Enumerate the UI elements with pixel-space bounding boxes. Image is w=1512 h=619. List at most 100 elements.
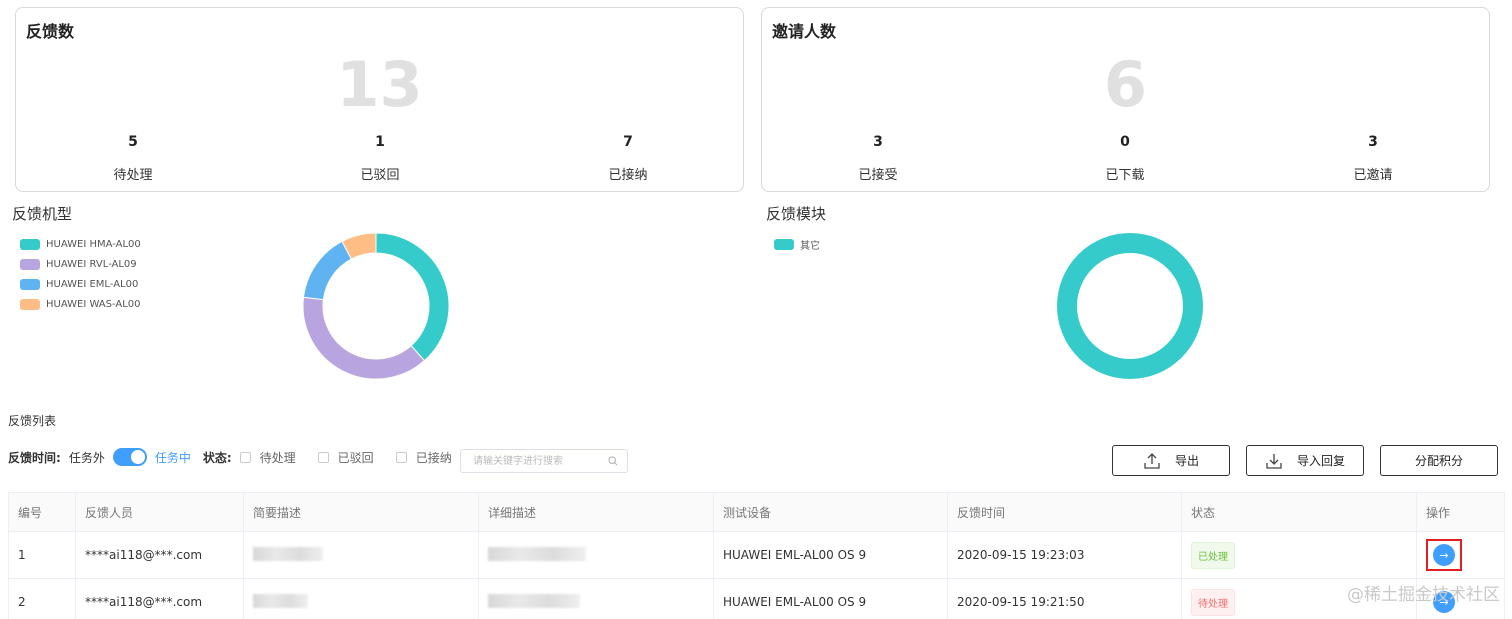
feedback-list-title: 反馈列表 <box>8 414 57 428</box>
legend-label: HUAWEI EML-AL00 <box>46 278 139 290</box>
stat-pending-value: 5 <box>128 134 138 150</box>
column-header: 编号 <box>8 492 76 532</box>
status-option-label: 已驳回 <box>337 450 374 465</box>
stat-accepted: 7 已接纳 <box>568 134 688 183</box>
import-reply-label: 导入回复 <box>1296 454 1345 468</box>
assign-points-label: 分配积分 <box>1414 454 1463 468</box>
row-device: HUAWEI EML-AL00 OS 9 <box>713 531 948 579</box>
checkbox-box[interactable] <box>317 451 329 463</box>
status-badge: 已处理 <box>1191 541 1235 569</box>
legend-label: 其它 <box>800 240 820 252</box>
checkbox-box[interactable] <box>239 451 251 463</box>
invite-count-card: 邀请人数 6 3 已接受 0 已下载 3 已邀请 <box>761 7 1490 192</box>
export-button[interactable]: 导出 <box>1112 445 1230 476</box>
status-checkbox-rejected[interactable]: 已驳回 <box>317 449 374 466</box>
stat-invited-value: 3 <box>1368 134 1378 150</box>
legend-item[interactable]: HUAWEI EML-AL00 <box>20 274 141 294</box>
column-header: 测试设备 <box>713 492 948 532</box>
stat-rejected: 1 已驳回 <box>320 134 440 183</box>
redacted-text <box>253 593 308 608</box>
row-detail <box>478 578 714 619</box>
highlight-box: → <box>1426 539 1462 571</box>
row-device: HUAWEI EML-AL00 OS 9 <box>713 578 948 619</box>
task-toggle[interactable] <box>112 448 147 466</box>
row-detail <box>478 531 714 579</box>
arrow-right-icon[interactable]: → <box>1433 544 1455 566</box>
module-donut-chart <box>1057 233 1203 379</box>
outside-task-label[interactable]: 任务外 <box>69 449 105 466</box>
stat-downloaded: 0 已下载 <box>1065 134 1185 183</box>
filter-bar: 反馈时间: 任务外 任务中 状态: 待处理 已驳回 已接纳 <box>8 448 474 466</box>
search-icon[interactable] <box>608 456 618 466</box>
status-option-label: 已接纳 <box>415 450 452 465</box>
stat-downloaded-value: 0 <box>1120 134 1130 150</box>
feedback-time-label: 反馈时间: <box>8 450 61 465</box>
stat-accepted-value: 7 <box>623 134 633 150</box>
donut-slice[interactable] <box>375 232 450 362</box>
invite-total: 6 <box>1103 48 1148 121</box>
legend-label: HUAWEI WAS-AL00 <box>46 298 141 310</box>
model-chart-title: 反馈机型 <box>12 205 73 223</box>
stat-invite-accepted: 3 已接受 <box>818 134 938 183</box>
status-option-label: 待处理 <box>259 450 296 465</box>
legend-item[interactable]: 其它 <box>774 234 820 254</box>
import-reply-button[interactable]: 导入回复 <box>1246 445 1364 476</box>
search-box <box>460 449 628 473</box>
legend-label: HUAWEI RVL-AL09 <box>46 258 137 270</box>
redacted-text <box>253 546 323 561</box>
module-chart-legend: 其它 <box>774 234 820 254</box>
row-brief <box>243 531 479 579</box>
status-checkbox-pending[interactable]: 待处理 <box>239 449 296 466</box>
row-brief <box>243 578 479 619</box>
column-header: 操作 <box>1416 492 1505 532</box>
stat-invite-accepted-value: 3 <box>873 134 883 150</box>
legend-swatch <box>20 278 40 290</box>
row-time: 2020-09-15 19:23:03 <box>947 531 1182 579</box>
legend-label: HUAWEI HMA-AL00 <box>46 238 141 250</box>
model-chart-legend: HUAWEI HMA-AL00 HUAWEI RVL-AL09 HUAWEI EML… <box>20 234 141 314</box>
row-time: 2020-09-15 19:21:50 <box>947 578 1182 619</box>
checkbox-box[interactable] <box>395 451 407 463</box>
stat-rejected-value: 1 <box>375 134 385 150</box>
stat-accepted-label: 已接纳 <box>608 168 648 183</box>
legend-swatch <box>20 258 40 270</box>
status-label: 状态: <box>202 450 232 465</box>
legend-swatch <box>20 238 40 250</box>
in-task-label[interactable]: 任务中 <box>155 449 191 466</box>
stat-invited: 3 已邀请 <box>1313 134 1433 183</box>
status-checkbox-accepted[interactable]: 已接纳 <box>395 449 452 466</box>
legend-item[interactable]: HUAWEI RVL-AL09 <box>20 254 141 274</box>
assign-points-button[interactable]: 分配积分 <box>1380 445 1498 476</box>
watermark: @稀土掘金技术社区 <box>1347 585 1500 605</box>
stat-pending: 5 待处理 <box>73 134 193 183</box>
row-id: 1 <box>8 531 76 579</box>
status-badge: 待处理 <box>1191 588 1235 616</box>
model-donut-chart <box>302 232 450 380</box>
legend-item[interactable]: HUAWEI HMA-AL00 <box>20 234 141 254</box>
table-row[interactable]: 2 ****ai118@***.com HUAWEI EML-AL00 OS 9… <box>8 578 1505 619</box>
donut-slice[interactable] <box>1057 233 1203 379</box>
feedback-count-title: 反馈数 <box>26 22 75 41</box>
legend-swatch <box>20 298 40 310</box>
donut-slice[interactable] <box>302 296 426 380</box>
column-header: 详细描述 <box>478 492 714 532</box>
row-user: ****ai118@***.com <box>75 578 244 619</box>
legend-item[interactable]: HUAWEI WAS-AL00 <box>20 294 141 314</box>
export-label: 导出 <box>1174 454 1199 468</box>
redacted-text <box>488 546 586 561</box>
feedback-table: 编号 反馈人员 简要描述 详细描述 测试设备 反馈时间 状态 操作 1 ****… <box>8 492 1505 619</box>
row-user: ****ai118@***.com <box>75 531 244 579</box>
row-actions: → <box>1416 531 1505 579</box>
download-icon <box>1266 453 1282 469</box>
table-row[interactable]: 1 ****ai118@***.com HUAWEI EML-AL00 OS 9… <box>8 531 1505 579</box>
stat-downloaded-label: 已下载 <box>1105 168 1145 183</box>
stat-pending-label: 待处理 <box>113 168 153 183</box>
column-header: 反馈时间 <box>947 492 1182 532</box>
donut-slice[interactable] <box>302 240 353 301</box>
legend-swatch <box>774 238 794 250</box>
feedback-count-card: 反馈数 13 5 待处理 1 已驳回 7 已接纳 <box>15 7 744 192</box>
search-input[interactable] <box>461 450 601 472</box>
redacted-text <box>488 593 580 608</box>
column-header: 状态 <box>1181 492 1417 532</box>
stat-invite-accepted-label: 已接受 <box>858 168 898 183</box>
